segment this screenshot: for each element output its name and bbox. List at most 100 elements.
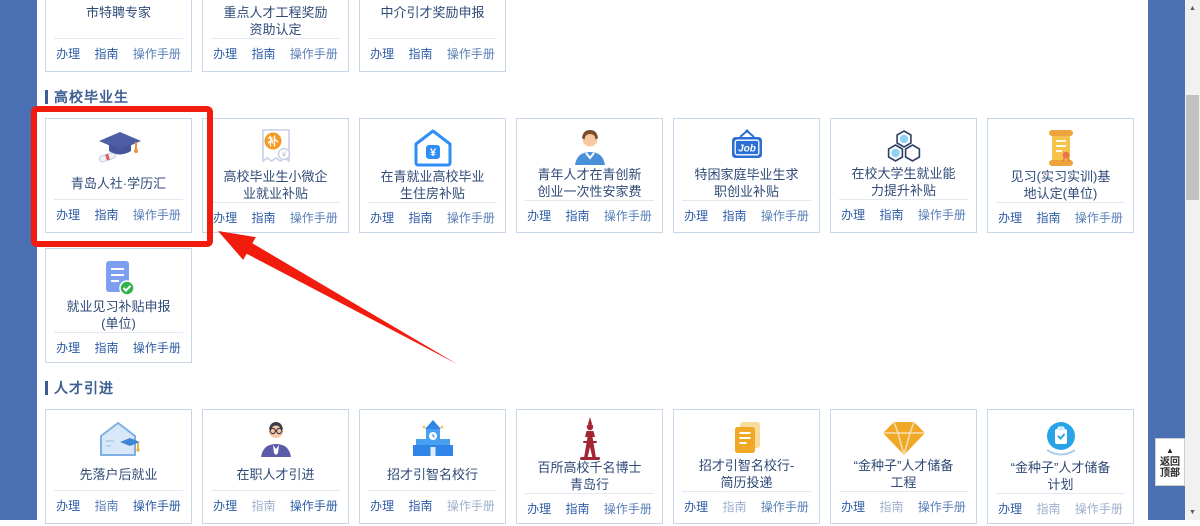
service-card[interactable]: 中介引才奖励申报办理指南操作手册 [359,0,506,72]
card-footer: 办理指南操作手册 [211,38,340,71]
apply-link[interactable]: 办理 [998,209,1022,226]
guide-link[interactable]: 指南 [1036,500,1060,517]
service-card[interactable]: 市特聘专家办理指南操作手册 [45,0,192,72]
card-grid: 先落户后就业办理指南操作手册 在职人才引进办理指南操作手册 招才引智名校行办理指… [45,409,1148,524]
card-footer: 办理指南操作手册 [996,493,1125,526]
guide-link[interactable]: 指南 [879,206,903,223]
guide-link[interactable]: 指南 [408,209,432,226]
card-grid: 青岛人社·学历汇办理指南操作手册 补 ¥ 高校毕业生小微企业就业补贴办理指南操作… [45,118,1148,363]
service-card[interactable]: 招才引智名校行-简历投递办理指南操作手册 [673,409,820,524]
guide-link[interactable]: 指南 [879,498,903,515]
manual-link[interactable]: 操作手册 [918,498,966,515]
apply-link[interactable]: 办理 [56,45,80,62]
manual-link[interactable]: 操作手册 [290,209,338,226]
guide-link[interactable]: 指南 [565,500,589,517]
section-title: 人才引进 [54,378,114,398]
service-card[interactable]: 先落户后就业办理指南操作手册 [45,409,192,524]
guide-link[interactable]: 指南 [408,497,432,514]
card-footer: 办理指南操作手册 [839,199,968,232]
service-card[interactable]: “金种子”人才储备工程办理指南操作手册 [830,409,977,524]
manual-link[interactable]: 操作手册 [290,45,338,62]
scrollbar[interactable]: ▲ ▼ [1185,0,1200,520]
card-title: 青年人才在青创新创业一次性安家费 [537,166,643,200]
service-card[interactable]: 在职人才引进办理指南操作手册 [202,409,349,524]
manual-link[interactable]: 操作手册 [447,497,495,514]
card-title: 市特聘专家 [86,4,151,21]
guide-link[interactable]: 指南 [251,209,275,226]
service-card[interactable]: 青年人才在青创新创业一次性安家费办理指南操作手册 [516,118,663,233]
manual-link[interactable]: 操作手册 [133,45,181,62]
manual-link[interactable]: 操作手册 [604,207,652,224]
back-to-top-button[interactable]: ▲ 返回 顶部 [1155,438,1185,486]
guide-link[interactable]: 指南 [722,207,746,224]
service-card[interactable]: 重点人才工程奖励资助认定办理指南操作手册 [202,0,349,72]
apply-link[interactable]: 办理 [56,339,80,356]
manual-link[interactable]: 操作手册 [918,206,966,223]
service-card[interactable]: 招才引智名校行办理指南操作手册 [359,409,506,524]
apply-link[interactable]: 办理 [527,500,551,517]
service-card[interactable]: “金种子”人才储备计划办理指南操作手册 [987,409,1134,524]
manual-link[interactable]: 操作手册 [761,498,809,515]
apply-link[interactable]: 办理 [370,497,394,514]
guide-link[interactable]: 指南 [94,497,118,514]
manual-link[interactable]: 操作手册 [1075,500,1123,517]
card-footer: 办理指南操作手册 [525,200,654,233]
service-card[interactable]: 见习(实习实训)基地认定(单位)办理指南操作手册 [987,118,1134,233]
scrollbar-thumb[interactable] [1186,95,1199,200]
manual-link[interactable]: 操作手册 [133,339,181,356]
subsidy-ticket-icon: 补 ¥ [257,128,295,168]
card-title: 特困家庭毕业生求职创业补贴 [694,166,800,200]
service-card[interactable]: 青岛人社·学历汇办理指南操作手册 [45,118,192,233]
service-card[interactable]: ¥ 在青就业高校毕业生住房补贴办理指南操作手册 [359,118,506,233]
manual-link[interactable]: 操作手册 [1075,209,1123,226]
card-footer: 办理指南操作手册 [368,490,497,523]
guide-link[interactable]: 指南 [722,498,746,515]
service-card[interactable]: 补 ¥ 高校毕业生小微企业就业补贴办理指南操作手册 [202,118,349,233]
apply-link[interactable]: 办理 [213,209,237,226]
apply-link[interactable]: 办理 [370,209,394,226]
card-footer: 办理指南操作手册 [368,38,497,71]
manual-link[interactable]: 操作手册 [133,497,181,514]
apply-link[interactable]: 办理 [56,206,80,223]
apply-link[interactable]: 办理 [998,500,1022,517]
guide-link[interactable]: 指南 [565,207,589,224]
card-footer: 办理指南操作手册 [682,200,811,233]
service-card[interactable]: 就业见习补贴申报(单位) 办理指南操作手册 [45,248,192,363]
card-title: “金种子”人才储备计划 [1008,459,1114,493]
svg-text:Job: Job [738,144,756,155]
guide-link[interactable]: 指南 [408,45,432,62]
service-card[interactable]: 在校大学生就业能力提升补贴办理指南操作手册 [830,118,977,233]
manual-link[interactable]: 操作手册 [604,500,652,517]
guide-link[interactable]: 指南 [94,45,118,62]
guide-link[interactable]: 指南 [94,206,118,223]
apply-link[interactable]: 办理 [56,497,80,514]
window-border-left [0,0,37,520]
manual-link[interactable]: 操作手册 [761,207,809,224]
guide-link[interactable]: 指南 [1036,209,1060,226]
apply-link[interactable]: 办理 [684,207,708,224]
manual-link[interactable]: 操作手册 [133,206,181,223]
service-card[interactable]: 百所高校千名博士青岛行办理指南操作手册 [516,409,663,524]
apply-link[interactable]: 办理 [370,45,394,62]
scrollbar-down-arrow-icon[interactable]: ▼ [1185,506,1200,518]
manual-link[interactable]: 操作手册 [447,45,495,62]
scrollbar-up-arrow-icon[interactable]: ▲ [1185,2,1200,14]
apply-link[interactable]: 办理 [527,207,551,224]
guide-link[interactable]: 指南 [94,339,118,356]
guide-link[interactable]: 指南 [251,497,275,514]
back-to-top-label-line1: 返回 [1160,457,1180,468]
service-card[interactable]: Job 特困家庭毕业生求职创业补贴办理指南操作手册 [673,118,820,233]
card-footer: 办理指南操作手册 [368,202,497,235]
apply-link[interactable]: 办理 [841,206,865,223]
manual-link[interactable]: 操作手册 [447,209,495,226]
card-footer: 办理指南操作手册 [996,202,1125,235]
manual-link[interactable]: 操作手册 [290,497,338,514]
apply-link[interactable]: 办理 [213,45,237,62]
apply-link[interactable]: 办理 [213,497,237,514]
tower-red-icon [575,419,605,459]
apply-link[interactable]: 办理 [841,498,865,515]
apply-link[interactable]: 办理 [684,498,708,515]
card-title: 就业见习补贴申报(单位) [66,298,172,332]
guide-link[interactable]: 指南 [251,45,275,62]
card-footer: 办理指南操作手册 [211,202,340,235]
